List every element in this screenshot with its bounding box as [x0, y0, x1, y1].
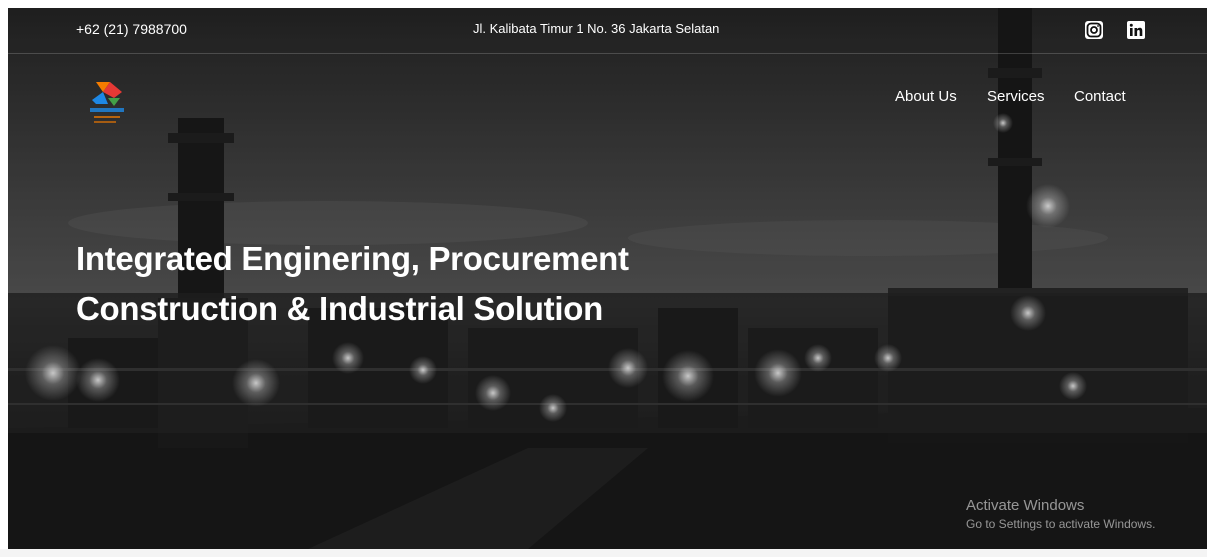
- windows-activation-watermark: Activate Windows Go to Settings to activ…: [966, 497, 1155, 531]
- watermark-title: Activate Windows: [966, 497, 1085, 514]
- rekind-logo-icon: [90, 82, 124, 123]
- nav-services[interactable]: Services: [987, 88, 1045, 105]
- site-logo[interactable]: [86, 78, 130, 134]
- instagram-icon[interactable]: [1084, 20, 1104, 40]
- hero-section: +62 (21) 7988700 Jl. Kalibata Timur 1 No…: [8, 8, 1207, 549]
- watermark-subtitle: Go to Settings to activate Windows.: [966, 517, 1156, 531]
- nav-contact[interactable]: Contact: [1074, 88, 1126, 105]
- page-bottom-edge: [0, 549, 1207, 557]
- phone-number[interactable]: +62 (21) 7988700: [76, 21, 187, 37]
- top-bar: +62 (21) 7988700 Jl. Kalibata Timur 1 No…: [8, 8, 1207, 54]
- linkedin-icon[interactable]: [1126, 20, 1146, 40]
- office-address: Jl. Kalibata Timur 1 No. 36 Jakarta Sela…: [473, 21, 720, 36]
- hero-headline-line-2: Construction & Industrial Solution: [76, 290, 603, 327]
- hero-headline-line-1: Integrated Enginering, Procurement: [76, 240, 629, 277]
- hero-headline: Integrated Enginering, Procurement Const…: [76, 234, 629, 334]
- nav-about-us[interactable]: About Us: [895, 88, 957, 105]
- page: +62 (21) 7988700 Jl. Kalibata Timur 1 No…: [0, 0, 1207, 557]
